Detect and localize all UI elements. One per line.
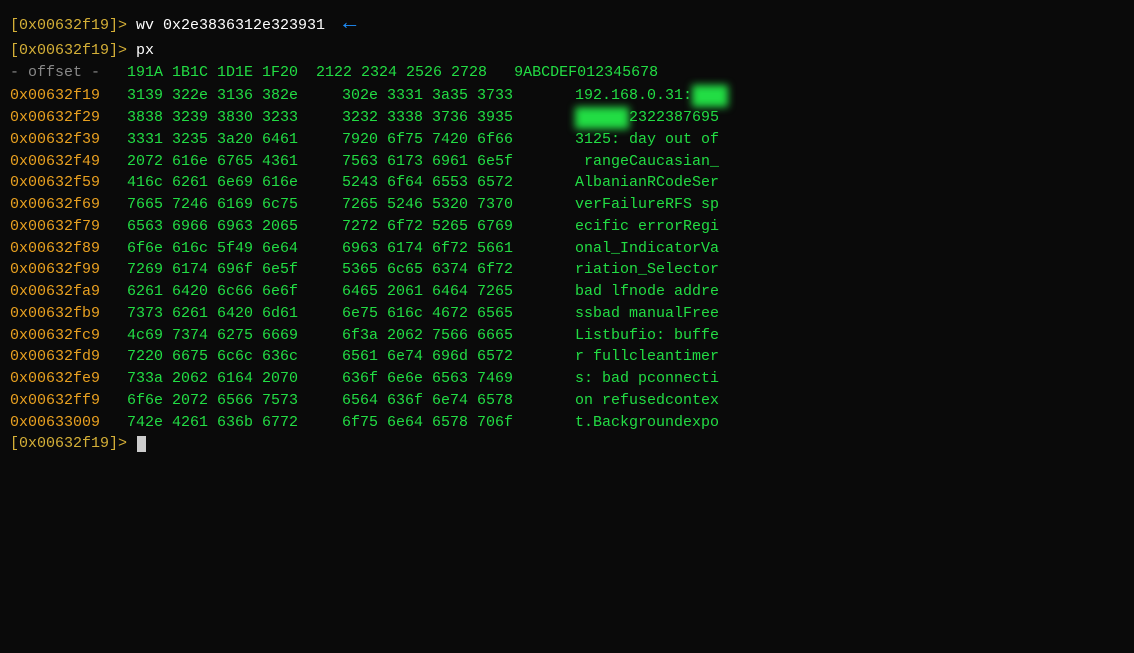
cmd-2: px bbox=[136, 40, 154, 62]
cursor bbox=[137, 436, 146, 452]
table-row: 0x00632f19 3139 322e 3136 382e 302e 3331… bbox=[10, 85, 1124, 107]
table-row: 0x00632f39 3331 3235 3a20 6461 7920 6f75… bbox=[10, 129, 1124, 151]
table-row: 0x00632ff9 6f6e 2072 6566 7573 6564 636f… bbox=[10, 390, 1124, 412]
final-prompt: [0x00632f19]> bbox=[10, 433, 136, 455]
table-row: 0x00632f59 416c 6261 6e69 616e 5243 6f64… bbox=[10, 172, 1124, 194]
table-row: 0x00632fc9 4c69 7374 6275 6669 6f3a 2062… bbox=[10, 325, 1124, 347]
table-row: 0x00632f79 6563 6966 6963 2065 7272 6f72… bbox=[10, 216, 1124, 238]
hex-table: 0x00632f19 3139 322e 3136 382e 302e 3331… bbox=[10, 85, 1124, 433]
table-row: 0x00632f69 7665 7246 6169 6c75 7265 5246… bbox=[10, 194, 1124, 216]
table-row: 0x00632fe9 733a 2062 6164 2070 636f 6e6e… bbox=[10, 368, 1124, 390]
table-row: 0x00632f99 7269 6174 696f 6e5f 5365 6c65… bbox=[10, 259, 1124, 281]
prompt-1: [0x00632f19]> bbox=[10, 15, 136, 37]
table-row: 0x00632f89 6f6e 616c 5f49 6e64 6963 6174… bbox=[10, 238, 1124, 260]
prompt-2: [0x00632f19]> bbox=[10, 40, 136, 62]
table-row: 0x00633009 742e 4261 636b 6772 6f75 6e64… bbox=[10, 412, 1124, 434]
final-prompt-line[interactable]: [0x00632f19]> bbox=[10, 433, 1124, 455]
arrow-icon: ← bbox=[343, 8, 356, 40]
table-row: 0x00632fa9 6261 6420 6c66 6e6f 6465 2061… bbox=[10, 281, 1124, 303]
header-cols: 191A 1B1C 1D1E 1F20 2122 2324 2526 2728 … bbox=[118, 62, 658, 84]
table-row: 0x00632f29 3838 3239 3830 3233 3232 3338… bbox=[10, 107, 1124, 129]
cmd-1: wv 0x2e3836312e323931 bbox=[136, 15, 325, 37]
command-line-2: [0x00632f19]> px bbox=[10, 40, 1124, 62]
header-offset: - offset - bbox=[10, 62, 118, 84]
table-row: 0x00632fb9 7373 6261 6420 6d61 6e75 616c… bbox=[10, 303, 1124, 325]
command-line-1: [0x00632f19]> wv 0x2e3836312e323931 ← bbox=[10, 8, 1124, 40]
table-header: - offset - 191A 1B1C 1D1E 1F20 2122 2324… bbox=[10, 62, 1124, 84]
table-row: 0x00632fd9 7220 6675 6c6c 636c 6561 6e74… bbox=[10, 346, 1124, 368]
table-row: 0x00632f49 2072 616e 6765 4361 7563 6173… bbox=[10, 151, 1124, 173]
